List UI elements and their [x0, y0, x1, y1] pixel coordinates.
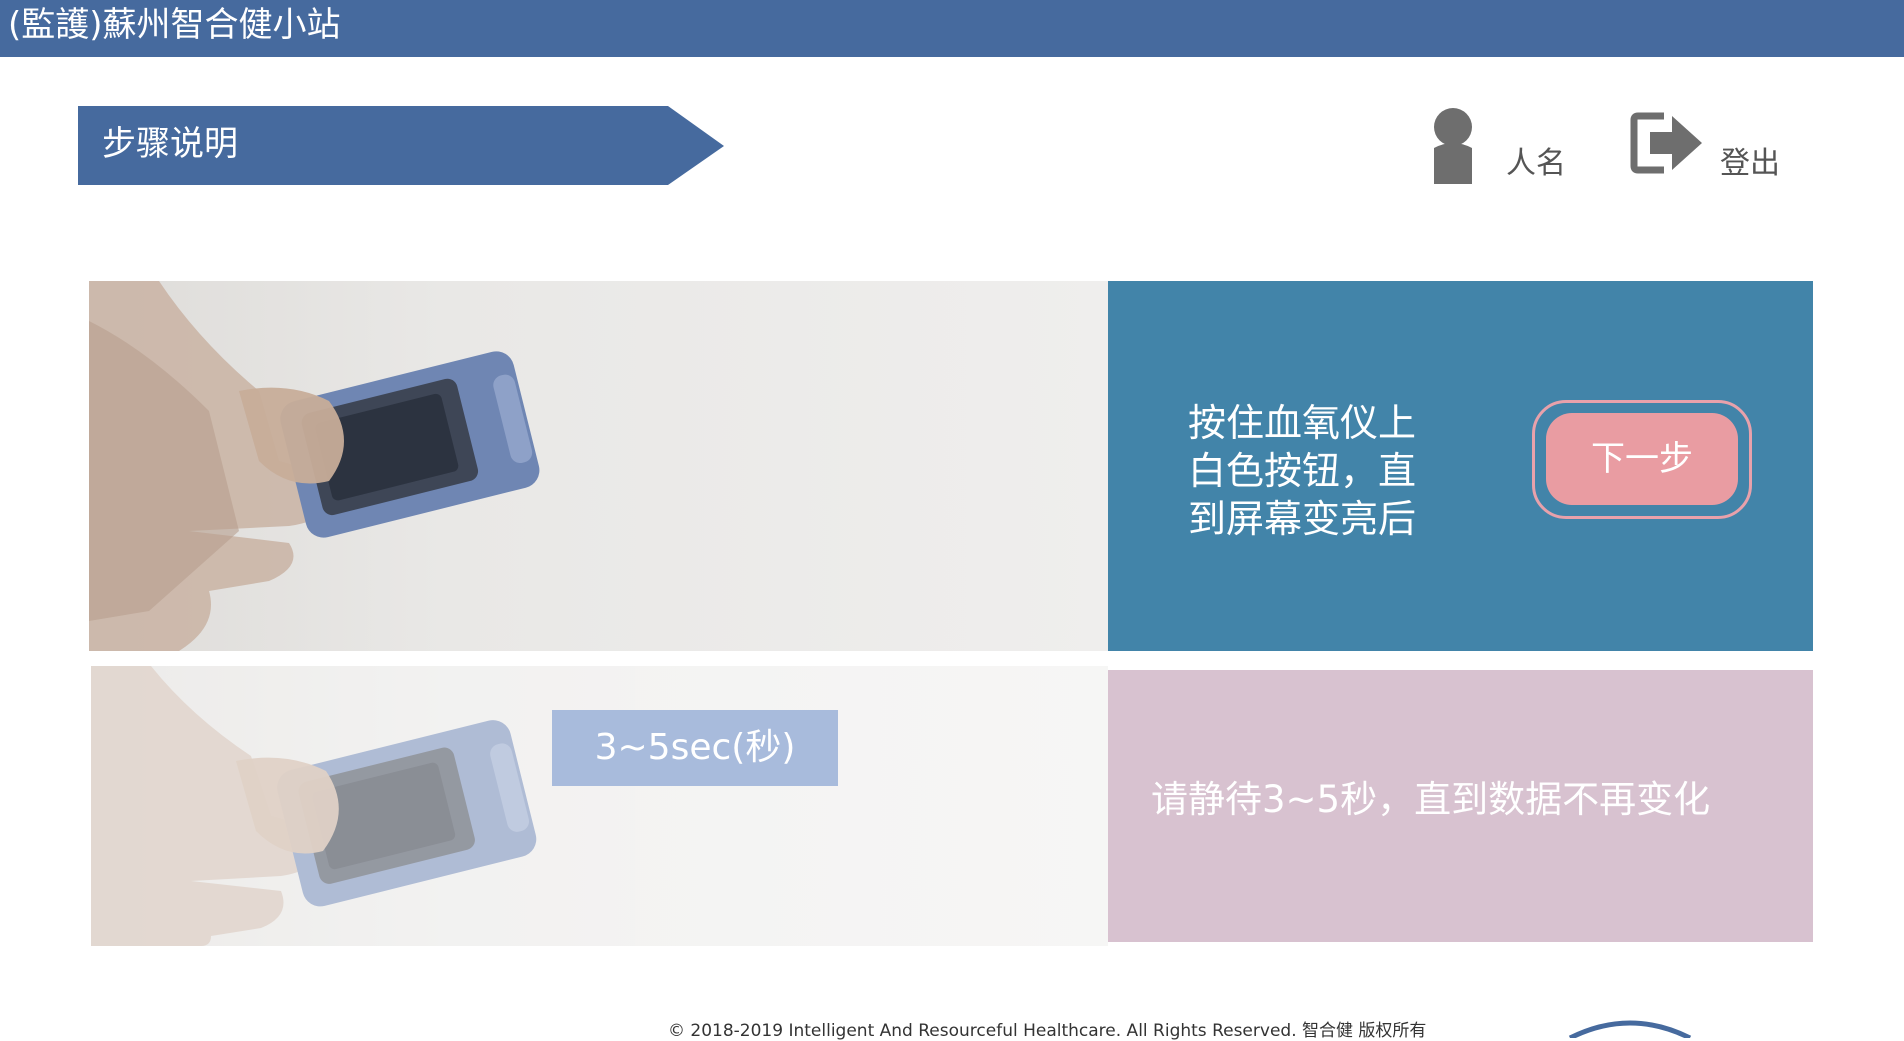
- user-profile: 人名: [1428, 108, 1588, 188]
- user-name: 人名: [1506, 146, 1566, 181]
- step2-instruction-text: 请静待3~5秒，直到数据不再变化: [1151, 778, 1711, 821]
- logout-icon: [1630, 112, 1702, 174]
- footer-copyright: © 2018-2019 Intelligent And Resourceful …: [668, 1021, 1427, 1041]
- step2-illustration: [91, 666, 1108, 946]
- logout-label: 登出: [1720, 146, 1780, 181]
- step1-instruction-text: 按住血氧仪上白色按钮，直到屏幕变亮后: [1188, 401, 1417, 541]
- top-header-bar: (監護)蘇州智合健小站: [0, 0, 1904, 57]
- step-banner-label: 步骤说明: [102, 124, 238, 164]
- next-button-frame: 下一步: [1532, 400, 1752, 519]
- logout-button[interactable]: 登出: [1630, 112, 1790, 192]
- step2-instruction-panel: 请静待3~5秒，直到数据不再变化: [1108, 670, 1813, 942]
- company-logo-icon: [1568, 1020, 1692, 1038]
- oximeter-finger-illustration: [89, 281, 540, 651]
- app-title: (監護)蘇州智合健小站: [8, 5, 341, 45]
- step-banner: 步骤说明: [78, 106, 724, 185]
- next-step-button[interactable]: 下一步: [1546, 413, 1738, 505]
- step1-illustration: [89, 281, 1108, 651]
- oximeter-wait-illustration: [91, 666, 537, 946]
- step1-instruction-panel: 按住血氧仪上白色按钮，直到屏幕变亮后 下一步: [1108, 281, 1813, 651]
- wait-duration-badge: 3~5sec(秒): [552, 710, 838, 786]
- person-icon: [1434, 108, 1472, 184]
